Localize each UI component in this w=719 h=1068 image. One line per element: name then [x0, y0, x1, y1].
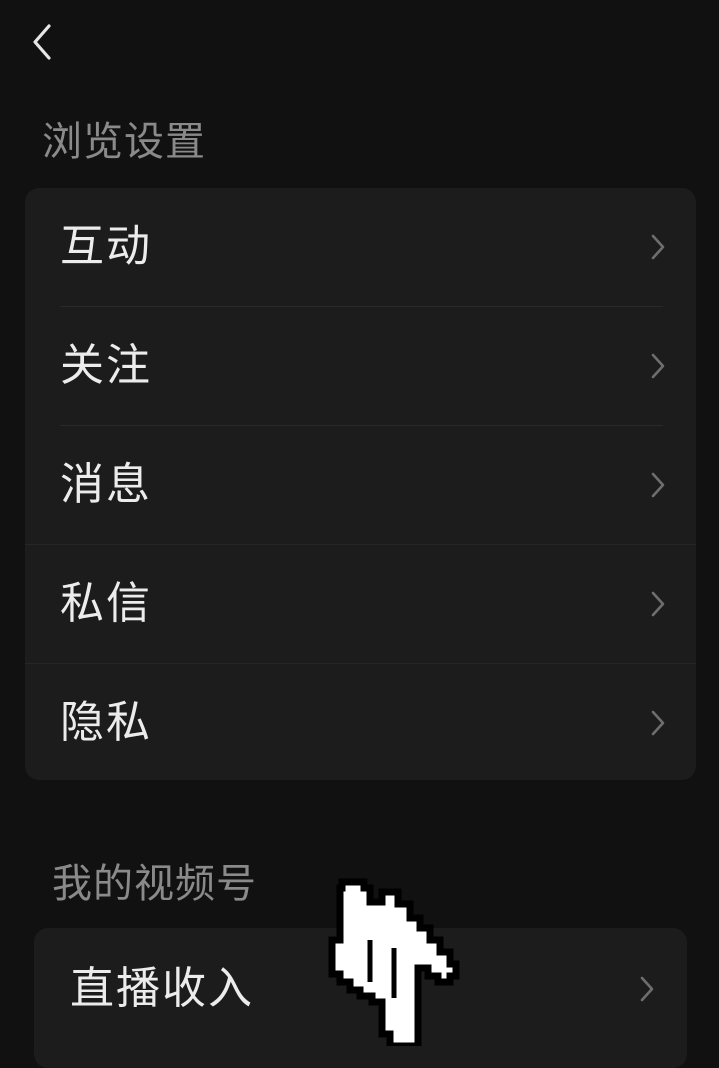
- settings-item-label: 关注: [60, 340, 152, 391]
- settings-item-label: 私信: [60, 578, 152, 629]
- settings-item-live-income[interactable]: 直播收入: [34, 928, 687, 1050]
- settings-item-label: 隐私: [60, 697, 152, 748]
- back-button[interactable]: [22, 20, 62, 64]
- my-channel-card: 直播收入: [34, 928, 687, 1068]
- settings-item-private-messages[interactable]: 私信: [25, 545, 696, 663]
- settings-item-label: 消息: [60, 459, 152, 510]
- settings-item-messages[interactable]: 消息: [25, 426, 696, 544]
- section-title-browse-settings: 浏览设置: [42, 119, 206, 165]
- settings-item-label: 直播收入: [70, 963, 254, 1014]
- chevron-right-icon: [651, 234, 665, 260]
- chevron-left-icon: [33, 24, 51, 60]
- settings-item-label: 互动: [60, 221, 152, 272]
- chevron-right-icon: [651, 353, 665, 379]
- chevron-right-icon: [651, 591, 665, 617]
- chevron-right-icon: [651, 710, 665, 736]
- chevron-right-icon: [640, 976, 654, 1002]
- settings-item-interaction[interactable]: 互动: [25, 188, 696, 306]
- settings-item-follow[interactable]: 关注: [25, 307, 696, 425]
- browse-settings-card: 互动 关注 消息 私信 隐私: [25, 188, 696, 780]
- chevron-right-icon: [651, 472, 665, 498]
- settings-item-privacy[interactable]: 隐私: [25, 664, 696, 780]
- section-title-my-channel: 我的视频号: [52, 861, 257, 907]
